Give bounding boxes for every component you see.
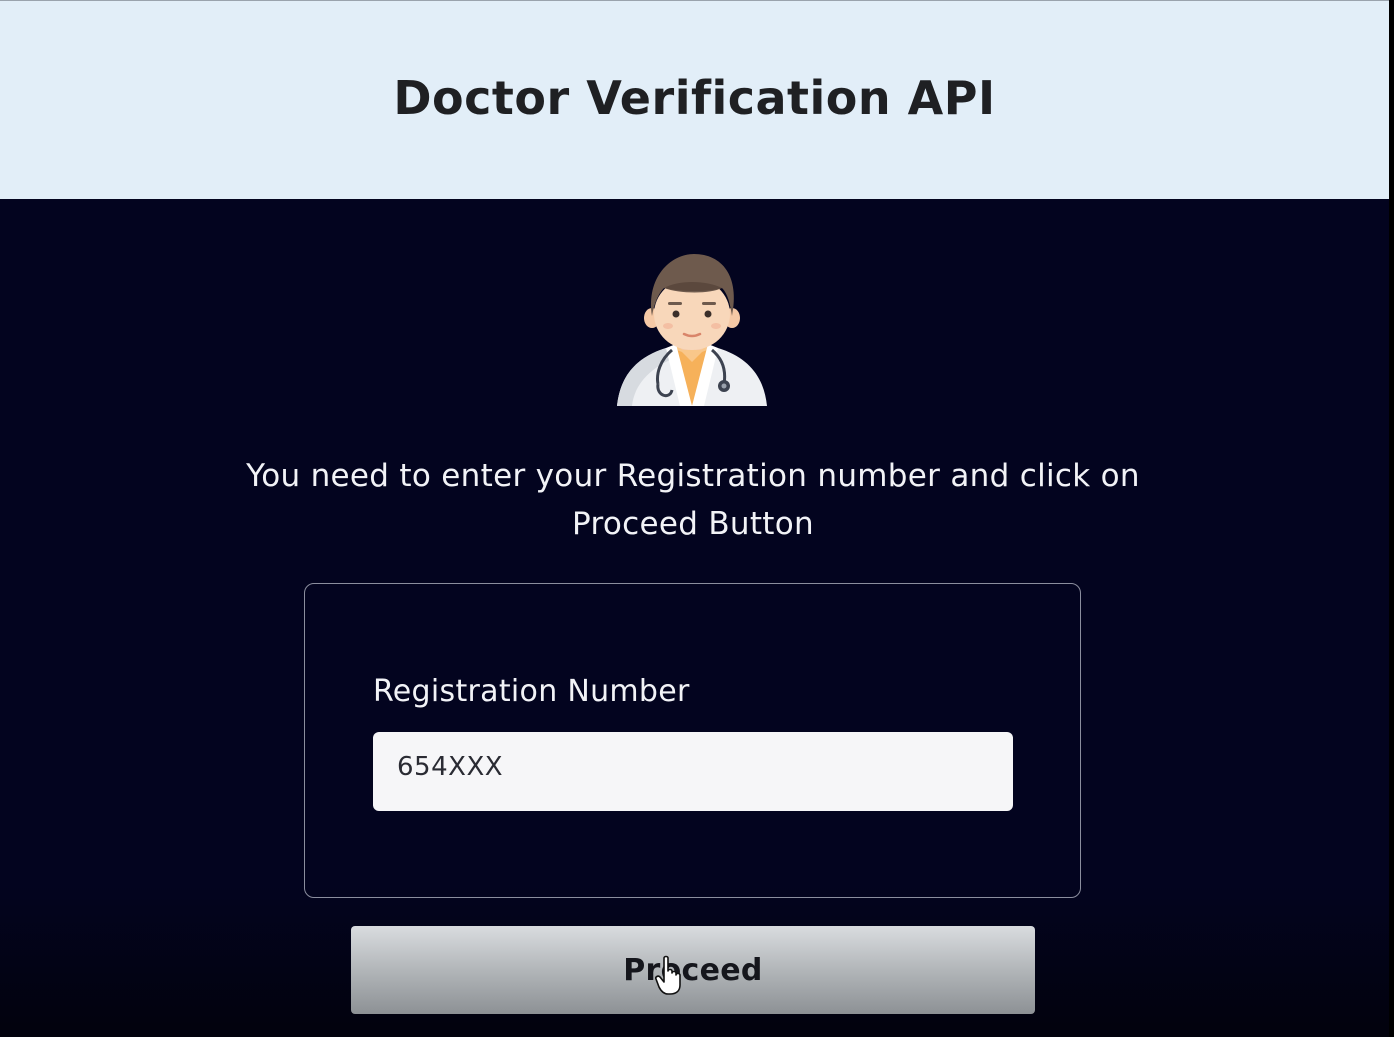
registration-number-label: Registration Number [373, 674, 690, 709]
page-title: Doctor Verification API [393, 71, 996, 125]
doctor-avatar-icon [617, 254, 767, 406]
proceed-button[interactable]: Proceed [351, 926, 1035, 1014]
page-header: Doctor Verification API [0, 0, 1389, 199]
instruction-text: You need to enter your Registration numb… [246, 458, 1140, 542]
window-edge [1389, 0, 1394, 1037]
page: Doctor Verification API You need to ente… [0, 0, 1389, 1037]
registration-number-input[interactable] [373, 732, 1013, 811]
